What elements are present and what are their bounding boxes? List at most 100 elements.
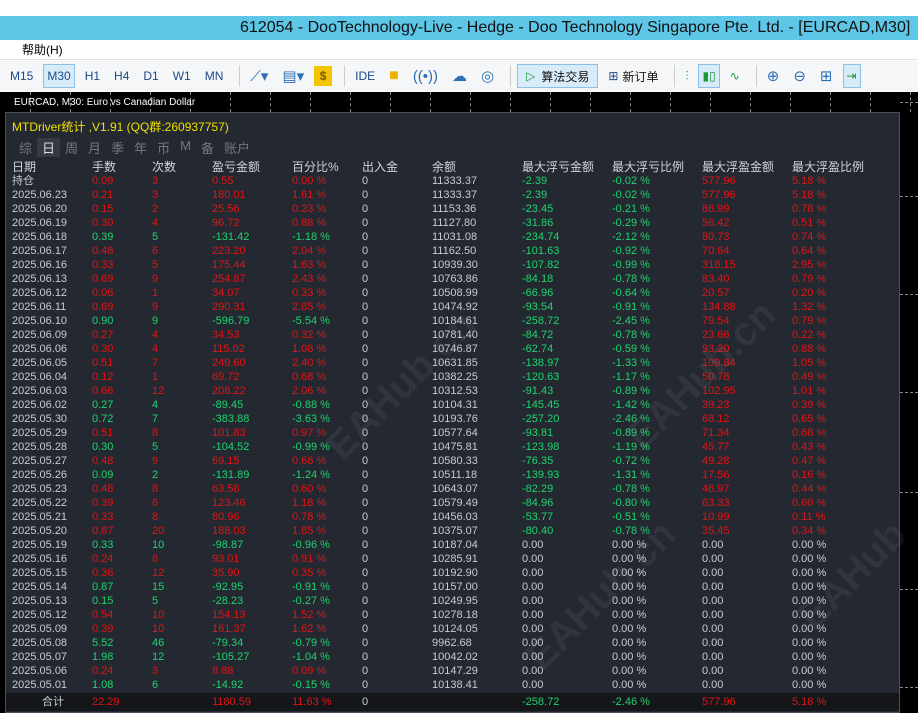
tab-8[interactable]: 备 — [196, 138, 219, 157]
ide-button[interactable]: IDE — [351, 64, 379, 88]
signals-icon[interactable]: ((•)) — [409, 64, 442, 88]
tab-1[interactable]: 日 — [37, 138, 61, 157]
column-header[interactable]: 余额 — [432, 160, 456, 174]
column-header[interactable]: 手数 — [92, 160, 116, 174]
table-cell: 8 — [152, 511, 159, 523]
table-row[interactable]: 2025.06.03 0.66 12 208.22 2.06 % 0 10312.53 -91… — [6, 384, 899, 398]
table-cell: 4 — [152, 329, 159, 341]
menu-help[interactable]: 帮助(H) — [22, 43, 63, 57]
column-header[interactable]: 最大浮盈比例 — [792, 160, 864, 174]
table-row[interactable]: 2025.05.29 0.51 8 101.83 0.97 % 0 10577.64 -93.… — [6, 426, 899, 440]
column-header[interactable]: 出入金 — [362, 160, 398, 174]
table-cell: 154.13 — [212, 609, 246, 621]
table-row[interactable]: 2025.05.22 0.39 6 123.46 1.18 % 0 10579.49 -84.… — [6, 496, 899, 510]
table-cell: 0.15 — [92, 595, 114, 607]
table-cell: 2025.06.05 — [12, 357, 68, 369]
table-row[interactable]: 2025.05.21 0.33 8 80.96 0.78 % 0 10456.03 -53.7… — [6, 510, 899, 524]
bar-chart-icon[interactable]: ⫶ — [681, 64, 692, 88]
table-row[interactable]: 2025.06.19 0.30 4 96.72 0.88 % 0 11127.80 -31.8… — [6, 216, 899, 230]
table-row[interactable]: 2025.06.06 0.30 4 115.02 1.08 % 0 10746.87 -62.… — [6, 342, 899, 356]
table-row[interactable]: 2025.06.20 0.15 2 25.56 0.23 % 0 11153.36 -23.4… — [6, 202, 899, 216]
chart-area[interactable]: EURCAD, M30: Euro vs Canadian Dollar MTD… — [0, 92, 918, 713]
table-row[interactable]: 2025.05.09 0.39 10 161.37 1.62 % 0 10124.05 0.0… — [6, 622, 899, 636]
total-row: 合计 22.29 1180.59 11.63 % 0 -258.72 -2.46 % 577.… — [6, 693, 899, 711]
tab-3[interactable]: 月 — [83, 138, 106, 157]
candlestick-icon[interactable]: ▮▯ — [698, 64, 720, 88]
timeframe-d1[interactable]: D1 — [139, 64, 162, 88]
table-row[interactable]: 2025.06.17 0.48 6 223.20 2.04 % 0 11162.50 -101… — [6, 244, 899, 258]
table-cell: 10157.00 — [432, 581, 478, 593]
dollar-icon[interactable]: $ — [314, 66, 333, 86]
timeframe-h4[interactable]: H4 — [110, 64, 133, 88]
line-icon[interactable]: ∿ — [726, 64, 744, 88]
column-header[interactable]: 百分比% — [292, 160, 339, 174]
market-bag-icon[interactable]: ■ — [385, 64, 403, 88]
tab-6[interactable]: 币 — [152, 138, 175, 157]
tab-9[interactable]: 账户 — [219, 138, 255, 157]
table-row[interactable]: 2025.05.27 0.48 9 69.15 0.66 % 0 10580.33 -76.3… — [6, 454, 899, 468]
table-row[interactable]: 2025.06.23 0.21 3 180.01 1.61 % 0 11333.37 -2.3… — [6, 188, 899, 202]
vps-icon[interactable]: ◎ — [477, 64, 498, 88]
timeframe-m15[interactable]: M15 — [6, 64, 37, 88]
table-cell: 8 — [152, 553, 159, 565]
table-row[interactable]: 2025.05.30 0.72 7 -383.88 -3.63 % 0 10193.76 -2… — [6, 412, 899, 426]
column-header[interactable]: 最大浮盈金额 — [702, 160, 774, 174]
column-header[interactable]: 日期 — [12, 160, 36, 174]
tab-7[interactable]: M — [175, 138, 196, 157]
table-row[interactable]: 2025.06.05 0.51 7 249.60 2.40 % 0 10631.85 -138… — [6, 356, 899, 370]
algo-trading-button[interactable]: ▷ 算法交易 — [517, 64, 599, 88]
table-row[interactable]: 2025.05.01 1.08 6 -14.92 -0.15 % 0 10138.41 0.0… — [6, 678, 899, 692]
timeframe-mn[interactable]: MN — [201, 64, 228, 88]
table-row[interactable]: 2025.06.16 0.33 5 175.44 1.63 % 0 10939.30 -107… — [6, 258, 899, 272]
table-row[interactable]: 2025.06.09 0.27 4 34.53 0.32 % 0 10781.40 -84.7… — [6, 328, 899, 342]
table-cell: 1.63 % — [292, 259, 327, 271]
table-row[interactable]: 2025.06.04 0.12 1 69.72 0.68 % 0 10382.25 -120.… — [6, 370, 899, 384]
table-row[interactable]: 2025.06.12 0.06 1 34.07 0.33 % 0 10508.99 -66.9… — [6, 286, 899, 300]
table-row[interactable]: 2025.06.02 0.27 4 -89.45 -0.88 % 0 10104.31 -14… — [6, 398, 899, 412]
zoom-out-icon[interactable]: ⊖ — [789, 64, 810, 88]
column-header[interactable]: 最大浮亏比例 — [612, 160, 684, 174]
column-header[interactable]: 盈亏金额 — [212, 160, 260, 174]
autoscroll-icon[interactable]: ⇥ — [842, 64, 861, 88]
table-row[interactable]: 2025.05.06 0.24 3 8.88 0.09 % 0 10147.29 0.00 0.… — [6, 664, 899, 678]
table-row[interactable]: 2025.05.16 0.24 8 93.01 0.91 % 0 10285.91 0.00 0… — [6, 552, 899, 566]
tab-0[interactable]: 综 — [14, 138, 37, 157]
table-row[interactable]: 2025.05.14 0.87 15 -92.95 -0.91 % 0 10157.00 0.… — [6, 580, 899, 594]
table-row[interactable]: 2025.05.20 0.87 20 188.03 1.85 % 0 10375.07 -80… — [6, 524, 899, 538]
table-row[interactable]: 2025.05.23 0.48 8 63.58 0.60 % 0 10643.07 -82.2… — [6, 482, 899, 496]
table-row[interactable]: 2025.05.12 0.54 10 154.13 1.52 % 0 10278.18 0.0… — [6, 608, 899, 622]
cloud-icon[interactable]: ☁ — [448, 64, 471, 88]
table-row[interactable]: 2025.05.19 0.33 10 -98.87 -0.96 % 0 10187.04 0.… — [6, 538, 899, 552]
table-row[interactable]: 2025.06.18 0.39 5 -131.42 -1.18 % 0 11031.08 -2… — [6, 230, 899, 244]
table-cell: 0.00 % — [612, 637, 647, 649]
tab-5[interactable]: 年 — [129, 138, 152, 157]
timeframe-w1[interactable]: W1 — [169, 64, 195, 88]
table-row[interactable]: 2025.05.15 0.36 12 35.90 0.35 % 0 10192.90 0.00… — [6, 566, 899, 580]
column-header[interactable]: 次数 — [152, 160, 176, 174]
zoom-in-icon[interactable]: ⊕ — [763, 64, 784, 88]
table-cell: -2.46 % — [612, 413, 650, 425]
tile-windows-icon[interactable]: ⊞ — [816, 64, 837, 88]
table-row[interactable]: 持仓 0.09 3 0.55 0.00 % 0 11333.37 -2.39 -0.02 % 57… — [6, 174, 899, 188]
table-row[interactable]: 2025.05.13 0.15 5 -28.23 -0.27 % 0 10249.95 0.0… — [6, 594, 899, 608]
tab-2[interactable]: 周 — [60, 138, 83, 157]
column-header[interactable]: 最大浮亏金额 — [522, 160, 594, 174]
table-cell: 63.33 — [702, 497, 730, 509]
timeframe-m30[interactable]: M30 — [43, 64, 75, 88]
table-row[interactable]: 2025.05.26 0.09 2 -131.89 -1.24 % 0 10511.18 -1… — [6, 468, 899, 482]
tab-4[interactable]: 季 — [106, 138, 129, 157]
new-order-button[interactable]: ⊞ 新订单 — [604, 64, 662, 88]
table-row[interactable]: 2025.05.08 5.52 46 -79.34 -0.79 % 0 9962.68 0.0… — [6, 636, 899, 650]
table-cell: 254.87 — [212, 273, 246, 285]
new-order-label: 新订单 — [622, 69, 659, 84]
table-row[interactable]: 2025.06.11 0.69 9 290.31 2.85 % 0 10474.92 -93.… — [6, 300, 899, 314]
table-row[interactable]: 2025.05.28 0.30 5 -104.52 -0.99 % 0 10475.81 -1… — [6, 440, 899, 454]
indicators-icon[interactable]: ▤▾ — [278, 64, 308, 88]
grid-line — [350, 92, 351, 112]
table-cell: 10312.53 — [432, 385, 478, 397]
timeframe-h1[interactable]: H1 — [81, 64, 104, 88]
table-row[interactable]: 2025.05.07 1.98 12 -105.27 -1.04 % 0 10042.02 0… — [6, 650, 899, 664]
line-chart-icon[interactable]: ⟋▾ — [246, 64, 272, 88]
table-row[interactable]: 2025.06.10 0.90 9 -596.79 -5.54 % 0 10184.61 -2… — [6, 314, 899, 328]
table-row[interactable]: 2025.06.13 0.69 9 254.87 2.43 % 0 10763.86 -84.… — [6, 272, 899, 286]
